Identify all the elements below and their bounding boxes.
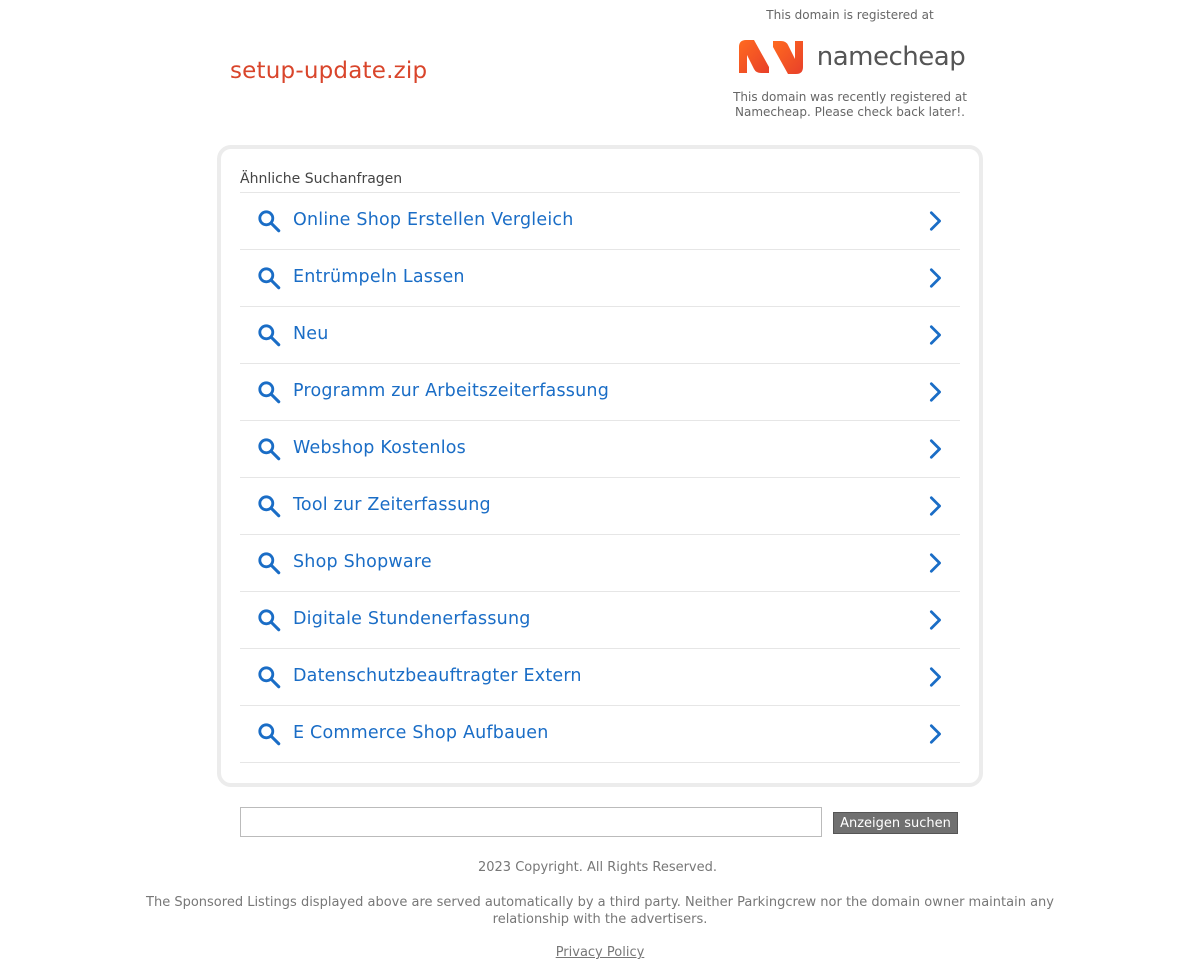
chevron-right-icon <box>929 439 941 459</box>
list-item-label[interactable]: Tool zur Zeiterfassung <box>293 495 491 515</box>
registrar-top-text: This domain is registered at <box>766 8 934 22</box>
list-item-label[interactable]: Digitale Stundenerfassung <box>293 609 531 629</box>
list-item-label[interactable]: Programm zur Arbeitszeiterfassung <box>293 381 609 401</box>
search-icon <box>258 324 281 347</box>
chevron-right-icon <box>929 553 941 573</box>
privacy-policy-container: Privacy Policy <box>0 945 1200 960</box>
disclaimer-text: The Sponsored Listings displayed above a… <box>146 895 1054 927</box>
search-icon <box>258 723 281 746</box>
search-icon <box>258 438 281 461</box>
search-icon <box>258 267 281 290</box>
search-input[interactable] <box>240 807 822 837</box>
privacy-policy-link[interactable]: Privacy Policy <box>556 945 645 960</box>
search-icon <box>258 666 281 689</box>
copyright-text: 2023 Copyright. All Rights Reserved. <box>477 860 718 875</box>
search-icon <box>258 495 281 518</box>
related-searches-title: Ähnliche Suchanfragen <box>240 171 403 187</box>
namecheap-logo-text: namecheap <box>816 42 966 72</box>
search-icon <box>258 609 281 632</box>
chevron-right-icon <box>929 496 941 516</box>
search-button[interactable]: Anzeigen suchen <box>833 812 958 834</box>
list-item[interactable]: Shop Shopware <box>240 535 960 592</box>
list-item[interactable]: Datenschutzbeauftragter Extern <box>240 649 960 706</box>
search-icon <box>258 552 281 575</box>
list-item[interactable]: Neu <box>240 307 960 364</box>
domain-name: setup-update.zip <box>230 58 428 84</box>
chevron-right-icon <box>929 724 941 744</box>
chevron-right-icon <box>929 382 941 402</box>
list-item[interactable]: Webshop Kostenlos <box>240 421 960 478</box>
list-item[interactable]: Programm zur Arbeitszeiterfassung <box>240 364 960 421</box>
chevron-right-icon <box>929 268 941 288</box>
list-item[interactable]: Entrümpeln Lassen <box>240 250 960 307</box>
search-icon <box>258 381 281 404</box>
list-item[interactable]: E Commerce Shop Aufbauen <box>240 706 960 763</box>
list-item[interactable]: Tool zur Zeiterfassung <box>240 478 960 535</box>
search-icon <box>258 210 281 233</box>
chevron-right-icon <box>929 211 941 231</box>
namecheap-logo-icon <box>738 40 803 74</box>
list-item-label[interactable]: E Commerce Shop Aufbauen <box>293 723 549 743</box>
list-item[interactable]: Digitale Stundenerfassung <box>240 592 960 649</box>
list-item-label[interactable]: Webshop Kostenlos <box>293 438 466 458</box>
list-item-label[interactable]: Online Shop Erstellen Vergleich <box>293 210 574 230</box>
related-searches-list: Online Shop Erstellen Vergleich Entrümpel… <box>240 192 960 763</box>
chevron-right-icon <box>929 610 941 630</box>
related-searches-panel: Ähnliche Suchanfragen Online Shop Erstel… <box>217 145 983 787</box>
registrar-box: This domain is registered at namecheap T… <box>720 6 980 120</box>
chevron-right-icon <box>929 325 941 345</box>
chevron-right-icon <box>929 667 941 687</box>
namecheap-logo[interactable]: namecheap <box>720 26 980 88</box>
registrar-bottom-text: This domain was recently registered at N… <box>733 90 967 119</box>
list-item-label[interactable]: Entrümpeln Lassen <box>293 267 465 287</box>
list-item-label[interactable]: Neu <box>293 324 329 344</box>
list-item-label[interactable]: Datenschutzbeauftragter Extern <box>293 666 582 686</box>
list-item-label[interactable]: Shop Shopware <box>293 552 432 572</box>
list-item[interactable]: Online Shop Erstellen Vergleich <box>240 193 960 250</box>
